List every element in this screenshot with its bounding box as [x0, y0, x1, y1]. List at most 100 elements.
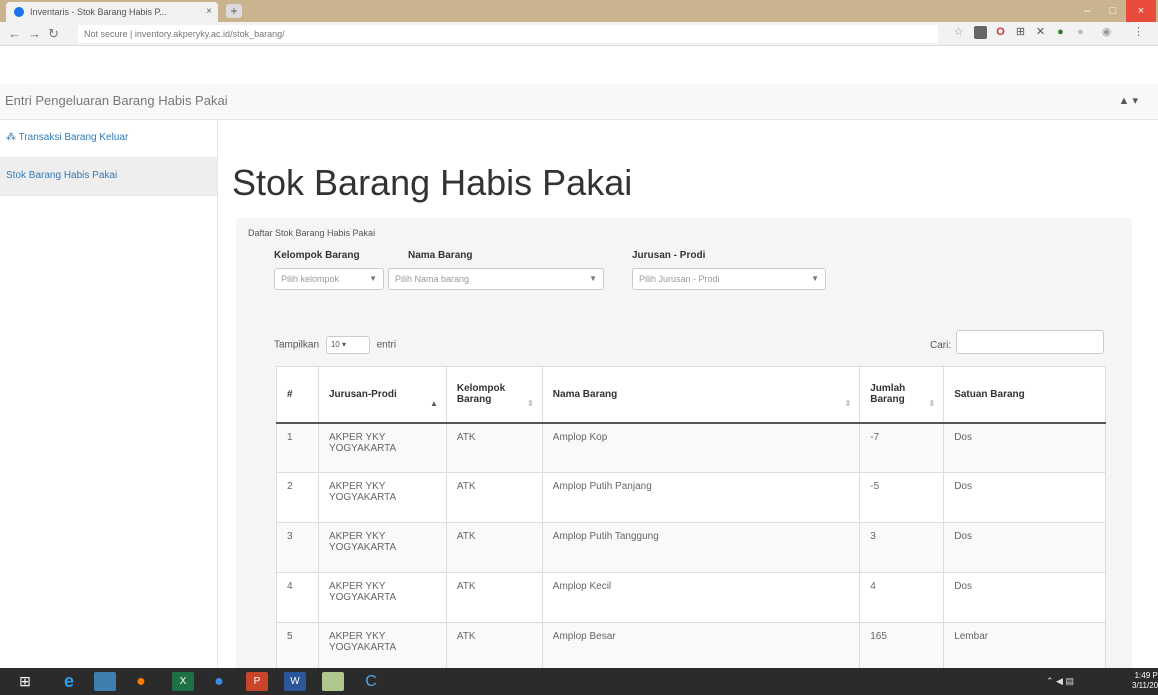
cell-nama: Amplop Putih Tanggung — [541, 522, 861, 573]
edge-browser-icon[interactable]: e — [58, 672, 80, 691]
firefox-icon[interactable]: ● — [130, 672, 152, 691]
column-header-kelompok[interactable]: Kelompok Barang ⇕ — [445, 366, 543, 424]
filter-nama-label: Nama Barang — [408, 250, 473, 261]
sidebar-item-stok-barang[interactable]: Stok Barang Habis Pakai — [0, 158, 217, 196]
cell-kelompok: ATK — [445, 572, 543, 623]
search-input[interactable] — [956, 330, 1104, 354]
back-arrow-icon[interactable]: ← — [8, 26, 21, 41]
column-header-jurusan[interactable]: Jurusan-Prodi ▲ — [317, 366, 447, 424]
user-menu-dropdown[interactable]: ▲ ▾ — [1119, 94, 1138, 107]
address-bar[interactable]: Not secure | inventory.akperyky.ac.id/st… — [78, 25, 938, 43]
table-row: 5 AKPER YKY YOGYAKARTA ATK Amplop Besar 165 L… — [276, 622, 1106, 673]
extension-reader-icon[interactable] — [974, 26, 987, 39]
app-navbar: Entri Pengeluaran Barang Habis Pakai ▲ ▾ — [0, 84, 1158, 120]
table-row: 3 AKPER YKY YOGYAKARTA ATK Amplop Putih Tan… — [276, 522, 1106, 573]
sort-icon: ⇕ — [928, 398, 936, 408]
url-text: Not secure | inventory.akperyky.ac.id/st… — [84, 29, 285, 39]
sort-asc-icon: ▲ — [429, 398, 438, 408]
cell-jurusan: AKPER YKY YOGYAKARTA — [317, 422, 447, 473]
taskbar-clock[interactable]: 1:49 PM 3/11/2019 — [1132, 671, 1158, 691]
tab-close-icon[interactable]: × — [206, 6, 212, 17]
chevron-down-icon: ▼ — [589, 274, 597, 283]
filter-jurusan-select[interactable]: Pilih Jurusan - Prodi ▼ — [632, 268, 826, 290]
cell-number: 2 — [276, 472, 319, 523]
filter-nama-placeholder: Pilih Nama barang — [395, 274, 470, 284]
page-length-suffix: entri — [376, 339, 397, 351]
clock-time: 1:49 PM — [1134, 671, 1158, 680]
extension-opera-icon[interactable]: O — [994, 26, 1007, 39]
window-close-button[interactable]: × — [1126, 0, 1156, 22]
column-header-number[interactable]: # — [276, 366, 319, 424]
page-length-prefix: Tampilkan — [274, 339, 320, 351]
page-title: Stok Barang Habis Pakai — [232, 162, 633, 203]
cell-satuan: Dos — [943, 472, 1106, 523]
cell-jurusan: AKPER YKY YOGYAKARTA — [317, 472, 447, 523]
app-c-icon[interactable]: C — [360, 672, 382, 691]
page-length-control: Tampilkan 10 ▾ entri — [274, 336, 396, 354]
cell-nama: Amplop Putih Panjang — [541, 472, 861, 523]
extension-translate-icon[interactable]: ⊞ — [1014, 26, 1027, 39]
cell-nama: Amplop Kecil — [541, 572, 861, 623]
windows-start-icon[interactable]: ⊞ — [14, 672, 36, 691]
file-explorer-icon[interactable] — [94, 672, 116, 691]
page-length-select[interactable]: 10 ▾ — [325, 336, 370, 354]
reload-icon[interactable]: ↻ — [48, 26, 59, 42]
cell-jurusan: AKPER YKY YOGYAKARTA — [317, 622, 447, 673]
page-favicon-icon — [14, 7, 24, 17]
chevron-down-icon: ▼ — [369, 274, 377, 283]
bookmark-star-icon[interactable]: ☆ — [952, 26, 965, 39]
cell-satuan: Dos — [943, 422, 1106, 473]
sort-icon: ⇕ — [844, 398, 852, 408]
photos-icon[interactable] — [322, 672, 344, 691]
stock-panel: Daftar Stok Barang Habis Pakai Kelompok … — [236, 218, 1132, 678]
chrome-icon[interactable]: ● — [208, 672, 230, 691]
cell-kelompok: ATK — [445, 422, 543, 473]
window-maximize-button[interactable]: □ — [1098, 0, 1128, 22]
cell-jumlah: 165 — [859, 622, 945, 673]
cell-jumlah: -7 — [859, 422, 945, 473]
extension-close-icon[interactable]: ✕ — [1034, 26, 1047, 39]
forward-arrow-icon[interactable]: → — [28, 26, 41, 41]
word-icon[interactable]: W — [284, 672, 306, 691]
browser-tab[interactable]: Inventaris - Stok Barang Habis P... × — [6, 2, 218, 22]
cell-jumlah: 4 — [859, 572, 945, 623]
cell-number: 4 — [276, 572, 319, 623]
profile-avatar-icon[interactable]: ◉ — [1100, 26, 1113, 39]
filter-kelompok-select[interactable]: Pilih kelompok ▼ — [274, 268, 384, 290]
table-row: 4 AKPER YKY YOGYAKARTA ATK Amplop Kecil 4 Dos — [276, 572, 1106, 623]
cell-nama: Amplop Besar — [541, 622, 861, 673]
clock-date: 3/11/2019 — [1132, 681, 1158, 690]
cell-jurusan: AKPER YKY YOGYAKARTA — [317, 522, 447, 573]
extension-gray-icon[interactable]: ● — [1074, 26, 1087, 39]
table-row: 2 AKPER YKY YOGYAKARTA ATK Amplop Putih Pan… — [276, 472, 1106, 523]
sort-icon: ⇕ — [527, 398, 534, 408]
browser-menu-icon[interactable]: ⋮ — [1132, 26, 1145, 39]
browser-toolbar: ← → ↻ Not secure | inventory.akperyky.ac… — [0, 22, 1158, 46]
cell-satuan: Dos — [943, 522, 1106, 573]
cell-number: 5 — [276, 622, 319, 673]
search-label: Cari: — [930, 340, 952, 351]
system-tray-icons[interactable]: ⌃ ◀ ▤ — [1046, 676, 1074, 687]
panel-heading: Daftar Stok Barang Habis Pakai — [248, 228, 376, 238]
powerpoint-icon[interactable]: P — [246, 672, 268, 691]
excel-icon[interactable]: X — [172, 672, 194, 691]
cell-kelompok: ATK — [445, 522, 543, 573]
column-header-jumlah[interactable]: Jumlah Barang ⇕ — [859, 366, 945, 424]
column-header-nama[interactable]: Nama Barang ⇕ — [541, 366, 861, 424]
cell-kelompok: ATK — [445, 472, 543, 523]
table-header-row: # Jurusan-Prodi ▲ Kelompok Barang ⇕ Nama B… — [276, 366, 1106, 424]
cell-jumlah: -5 — [859, 472, 945, 523]
sidebar-item-transaksi-barang-keluar[interactable]: ⁂ Transaksi Barang Keluar — [0, 120, 217, 158]
filter-kelompok-label: Kelompok Barang — [274, 250, 360, 261]
new-tab-button[interactable]: + — [226, 4, 242, 18]
column-header-satuan[interactable]: Satuan Barang — [943, 366, 1106, 424]
filter-nama-select[interactable]: Pilih Nama barang ▼ — [388, 268, 604, 290]
filter-jurusan-placeholder: Pilih Jurusan - Prodi — [639, 274, 720, 284]
table-row: 1 AKPER YKY YOGYAKARTA ATK Amplop Kop -7 Dos — [276, 422, 1106, 473]
tab-title: Inventaris - Stok Barang Habis P... — [30, 7, 167, 17]
extension-leaf-icon[interactable]: ● — [1054, 26, 1067, 39]
filter-jurusan-label: Jurusan - Prodi — [632, 250, 706, 261]
cell-nama: Amplop Kop — [541, 422, 861, 473]
chevron-down-icon: ▼ — [811, 274, 819, 283]
app-brand-title[interactable]: Entri Pengeluaran Barang Habis Pakai — [5, 93, 228, 108]
